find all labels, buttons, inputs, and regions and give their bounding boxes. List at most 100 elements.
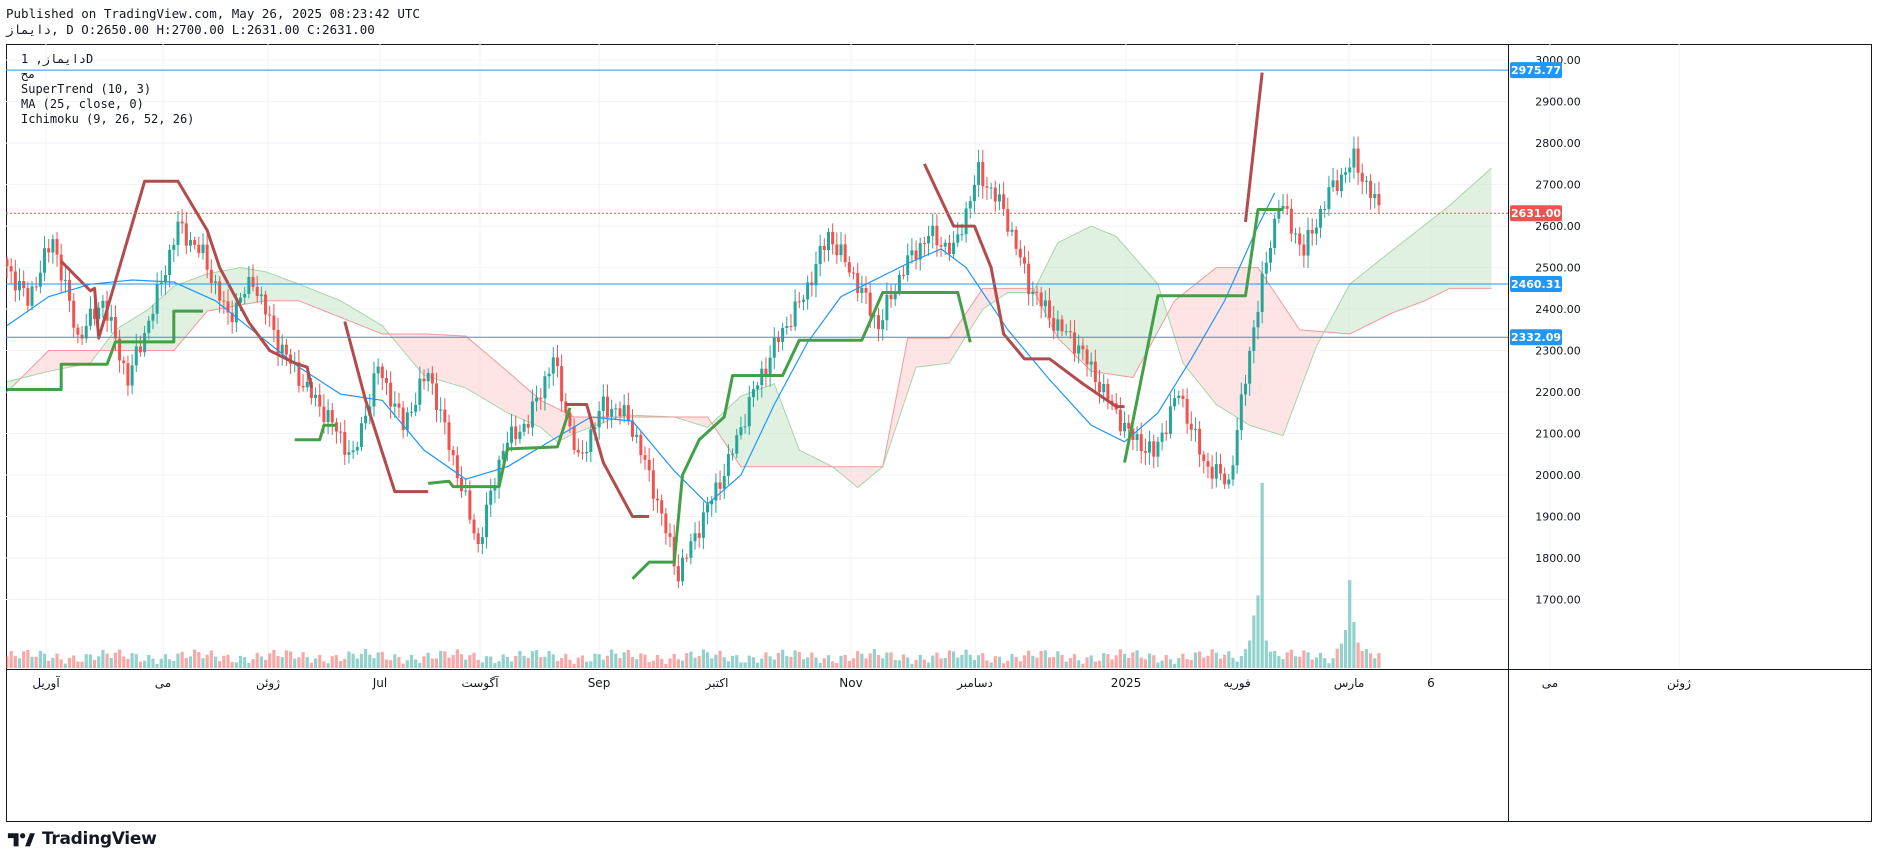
volume-bar	[660, 658, 664, 668]
volume-bar	[543, 656, 547, 668]
volume-bar	[914, 659, 918, 668]
candle-body	[576, 449, 580, 453]
volume-bar	[1239, 655, 1243, 668]
volume-bar	[1156, 662, 1160, 668]
candle-body	[489, 490, 493, 505]
candle-body	[1185, 398, 1189, 424]
candle-body	[952, 242, 956, 255]
volume-bar	[1285, 652, 1289, 668]
candle-body	[1298, 233, 1302, 245]
candle-body	[280, 344, 284, 354]
candle-body	[902, 274, 906, 276]
x-tick-label: ژوئن	[1667, 676, 1691, 691]
candle-body	[130, 365, 134, 386]
volume-bar	[80, 661, 84, 668]
candle-body	[522, 423, 526, 432]
candle-body	[814, 263, 818, 286]
candle-body	[55, 239, 59, 255]
volume-bar	[272, 649, 276, 668]
candle-body	[589, 429, 593, 452]
volume-bar	[1235, 661, 1239, 668]
volume-bar	[593, 653, 597, 668]
candle-body	[1319, 209, 1323, 228]
y-tick-label: 2600.00	[1535, 220, 1581, 233]
candle-body	[243, 293, 247, 298]
volume-bar	[1102, 653, 1106, 668]
y-tick-label: 2000.00	[1535, 469, 1581, 482]
candle-body	[889, 294, 893, 300]
candle-body	[906, 255, 910, 276]
volume-bar	[714, 654, 718, 668]
candle-body	[868, 292, 872, 316]
volume-bar	[1248, 640, 1252, 668]
candle-body	[1060, 319, 1064, 332]
published-info: Published on TradingView.com, May 26, 20…	[6, 6, 420, 21]
candle-body	[284, 344, 288, 355]
candle-body	[51, 239, 55, 253]
volume-bar	[38, 650, 42, 668]
volume-bar	[376, 652, 380, 668]
horizontal-line-label: 2975.77	[1511, 64, 1561, 77]
candle-body	[947, 242, 951, 255]
volume-bar	[226, 654, 230, 668]
price-chart[interactable]: 1700.00 1800.00 1900.00 2000.00 2100.00 2200.…	[5, 13, 1872, 822]
volume-bar	[1072, 654, 1077, 668]
chart-border	[6, 44, 1872, 822]
candle-body	[977, 162, 981, 185]
candle-body	[84, 325, 88, 339]
volume-bar	[334, 655, 339, 668]
candle-body	[1302, 244, 1306, 256]
candle-body	[1160, 432, 1164, 442]
candle-body	[922, 243, 926, 245]
volume-bar	[818, 663, 822, 668]
volume-bar	[222, 655, 226, 668]
volume-bar	[418, 662, 422, 668]
volume-bar	[1189, 660, 1193, 668]
volume-bar	[618, 657, 622, 668]
candle-body	[151, 313, 155, 321]
volume-bar	[105, 653, 109, 668]
chart-frame[interactable]: 1700.00 1800.00 1900.00 2000.00 2100.00 2200.…	[5, 13, 1872, 822]
candle-body	[1043, 300, 1047, 307]
volume-bar	[372, 658, 376, 668]
volume-bar	[1368, 653, 1373, 668]
volume-bar	[1214, 652, 1218, 668]
volume-bar	[318, 655, 322, 668]
volume-bar	[534, 650, 539, 668]
volume-bar	[197, 652, 201, 668]
volume-bar	[522, 655, 526, 668]
volume-bar	[409, 654, 414, 668]
candle-body	[126, 363, 130, 386]
volume-bar	[401, 663, 405, 668]
volume-bar	[1052, 656, 1056, 668]
candle-body	[910, 250, 914, 256]
volume-bar	[126, 658, 130, 668]
volume-bar	[280, 657, 284, 668]
volume-bar	[26, 649, 30, 668]
candle-body	[443, 409, 447, 423]
volume-bar	[426, 652, 430, 668]
candle-body	[1269, 247, 1273, 263]
candle-body	[580, 452, 584, 454]
volume-bar	[1348, 580, 1352, 668]
volume-bar	[1139, 657, 1143, 668]
volume-bar	[176, 653, 180, 668]
candle-body	[643, 455, 647, 460]
candle-body	[1239, 394, 1243, 431]
x-tick-label: Sep	[588, 676, 611, 690]
candle-body	[776, 337, 780, 342]
volume-bar	[768, 656, 772, 668]
candle-body	[1152, 441, 1156, 457]
candle-body	[789, 326, 793, 328]
candle-body	[681, 557, 685, 582]
legend-ichimoku[interactable]: Ichimoku (9, 26, 52, 26)	[21, 111, 194, 128]
candle-body	[134, 346, 138, 366]
volume-bar	[622, 652, 626, 668]
volume-bar	[1335, 648, 1339, 668]
volume-bar	[322, 661, 326, 668]
volume-bar	[1323, 658, 1327, 668]
volume-bar	[722, 657, 726, 668]
candle-body	[985, 186, 989, 188]
volume-bar	[505, 657, 509, 668]
volume-bar	[422, 656, 426, 668]
